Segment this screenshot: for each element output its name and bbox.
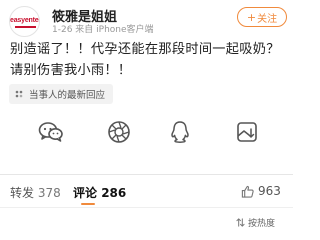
reply-bubble-icon bbox=[15, 90, 23, 98]
moments-icon bbox=[108, 121, 130, 143]
action-tabs: 转发 378 评论 286 963 bbox=[0, 176, 293, 206]
follow-button-label: 关注 bbox=[257, 13, 278, 25]
tabs-top-divider bbox=[0, 174, 293, 175]
latest-reply-chip[interactable]: 当事人的最新回应 bbox=[9, 84, 114, 104]
save-image-icon bbox=[237, 122, 257, 142]
wechat-icon bbox=[38, 122, 63, 142]
sort-by-hot-button[interactable]: 按热度 bbox=[236, 216, 275, 229]
share-row bbox=[0, 117, 293, 157]
tab-comments[interactable]: 评论 286 bbox=[73, 184, 126, 201]
follow-button[interactable]: + 关注 bbox=[237, 7, 287, 27]
save-image-button[interactable] bbox=[232, 117, 262, 147]
tab-repost-count: 378 bbox=[37, 186, 61, 200]
sort-label: 按热度 bbox=[248, 219, 276, 229]
tabs-bottom-divider bbox=[0, 207, 293, 208]
thumbs-up-icon bbox=[241, 185, 254, 198]
share-qq-button[interactable] bbox=[165, 117, 195, 147]
latest-reply-label: 当事人的最新回应 bbox=[29, 90, 106, 101]
avatar-logo-bar bbox=[15, 26, 36, 28]
avatar[interactable]: easyenter bbox=[9, 6, 40, 37]
share-wechat-button[interactable] bbox=[36, 117, 66, 147]
qq-icon bbox=[171, 121, 189, 143]
post-text: 别造谣了！！代孕还能在那段时间一起吸奶？请别伤害我小雨！！ bbox=[10, 42, 280, 78]
sort-icon bbox=[236, 218, 245, 227]
like-button[interactable]: 963 bbox=[241, 184, 281, 198]
active-tab-indicator bbox=[81, 203, 95, 205]
tab-comments-count: 286 bbox=[101, 186, 127, 200]
avatar-brand-logo: easyenter bbox=[10, 17, 40, 24]
post-header: easyenter 筱雅是姐姐 1-26 来自 iPhone客户端 + 关注 bbox=[0, 0, 293, 38]
plus-icon: + bbox=[246, 10, 257, 24]
share-moments-button[interactable] bbox=[104, 117, 134, 147]
post-meta: 1-26 来自 iPhone客户端 bbox=[52, 25, 154, 35]
tab-repost[interactable]: 转发 378 bbox=[10, 184, 61, 201]
tab-comments-label: 评论 bbox=[73, 186, 98, 200]
like-count: 963 bbox=[258, 184, 281, 198]
tab-repost-label: 转发 bbox=[10, 186, 35, 200]
